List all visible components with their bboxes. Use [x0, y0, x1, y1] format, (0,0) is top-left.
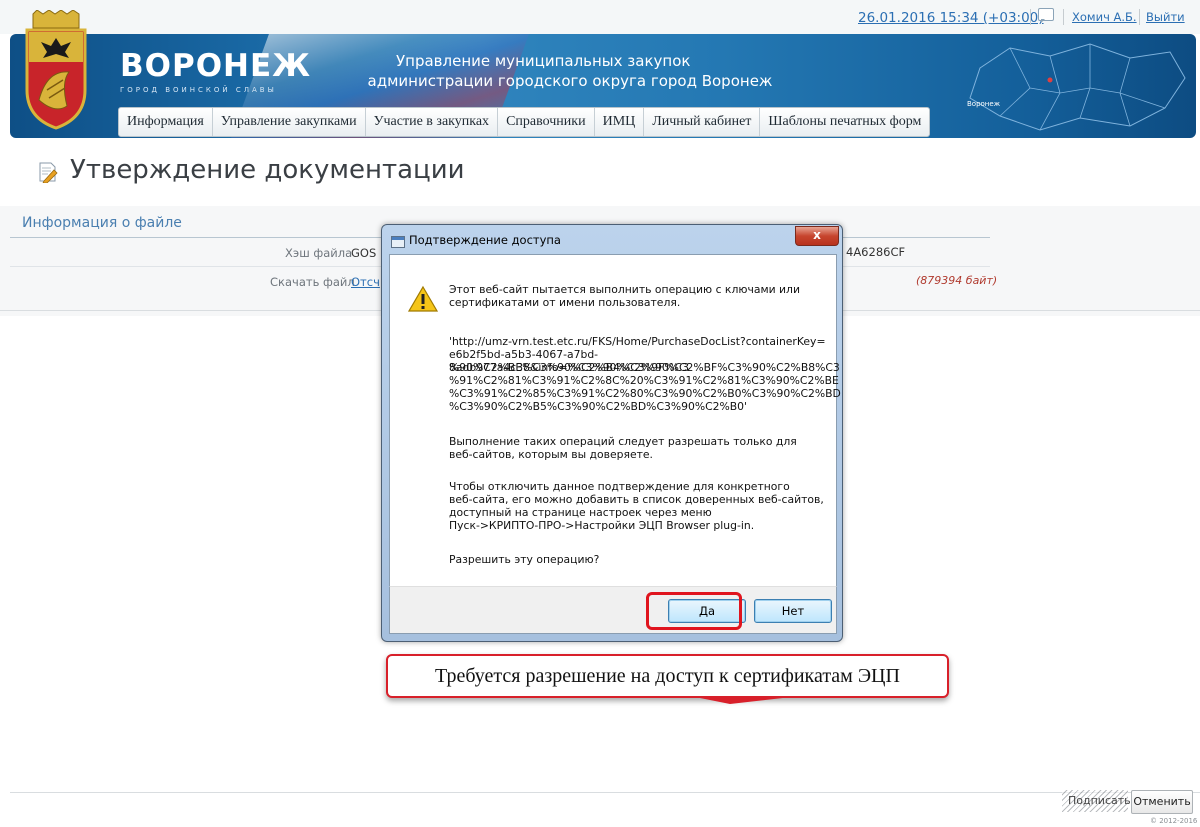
menu-item-personal-cabinet[interactable]: Личный кабинет — [644, 108, 761, 136]
url-line: %90%C2%BE%C3%90%C2%B4%C3%90%C2%BF%C3%90%… — [449, 361, 840, 374]
download-label: Скачать файл — [270, 275, 355, 289]
menu-item-imc[interactable]: ИМЦ — [595, 108, 645, 136]
map-label: Воронеж — [967, 100, 1001, 108]
url-line: 'http://umz-vrn.test.etc.ru/FKS/Home/Pur… — [449, 335, 826, 348]
page-title: Утверждение документации — [70, 155, 465, 185]
callout-tail — [690, 696, 800, 704]
warning-icon — [408, 285, 438, 312]
hash-value-end: 4A6286CF — [846, 245, 906, 259]
url-line: %C3%91%C2%85%C3%91%C2%80%C3%90%C2%B0%C3%… — [449, 387, 841, 400]
top-bar: 26.01.2016 15:34 (+03:00) Хомич А.Б. Вый… — [0, 0, 1200, 34]
menu-item-directories[interactable]: Справочники — [498, 108, 595, 136]
url-line: %C3%90%C2%B5%C3%90%C2%BD%C3%90%C2%B0' — [449, 400, 748, 413]
annotation-callout: Требуется разрешение на доступ к сертифи… — [386, 654, 949, 698]
hash-label: Хэш файла — [285, 246, 353, 260]
dialog-message-line: Этот веб-сайт пытается выполнить операци… — [449, 283, 800, 296]
dialog-button-bar: Да Нет — [389, 586, 837, 634]
access-confirmation-dialog: Подтверждение доступа x Этот веб-сайт пы… — [381, 224, 843, 642]
menu-item-procurement-management[interactable]: Управление закупками — [213, 108, 366, 136]
logout-link[interactable]: Выйти — [1146, 10, 1185, 24]
dialog-message-line: сертификатами от имени пользователя. — [449, 296, 681, 309]
no-button[interactable]: Нет — [754, 599, 832, 623]
region-map-icon — [969, 43, 1186, 131]
download-file-link[interactable]: Отсч — [351, 275, 380, 289]
url-line: %91%C2%81%C3%91%C2%8C%20%C3%91%C2%81%C3%… — [449, 374, 839, 387]
disable-message-line: Чтобы отключить данное подтверждение для… — [449, 480, 790, 493]
dialog-title: Подтверждение доступа — [409, 233, 561, 247]
footer-divider — [10, 792, 1200, 793]
menu-item-procurement-participation[interactable]: Участие в закупках — [366, 108, 499, 136]
user-link[interactable]: Хомич А.Б. — [1072, 10, 1137, 24]
coat-of-arms-logo[interactable] — [17, 10, 95, 130]
sign-button[interactable]: Подписать — [1062, 790, 1131, 812]
disable-message-line: доступный на странице настроек через мен… — [449, 506, 712, 519]
cancel-button[interactable]: Отменить — [1131, 790, 1193, 814]
copyright: © 2012-2016 — [1150, 817, 1198, 825]
file-size: (879394 байт) — [916, 274, 998, 287]
divider — [1139, 9, 1140, 25]
close-button[interactable]: x — [795, 226, 839, 246]
document-edit-icon — [39, 162, 58, 183]
disable-message-line: веб-сайта, его можно добавить в список д… — [449, 493, 824, 506]
messages-icon[interactable] — [1038, 8, 1054, 23]
hash-value: GOS — [351, 246, 377, 260]
disable-message-line: Пуск->КРИПТО-ПРО->Настройки ЭЦП Browser … — [449, 519, 755, 532]
main-menu: Информация Управление закупками Участие … — [118, 107, 931, 137]
window-app-icon — [391, 236, 405, 248]
org-title-line2: администрации городского округа город Во… — [367, 72, 773, 90]
datetime-link[interactable]: 26.01.2016 15:34 (+03:00) — [858, 10, 1044, 26]
menu-item-print-templates[interactable]: Шаблоны печатных форм — [760, 108, 929, 136]
menu-item-information[interactable]: Информация — [119, 108, 213, 136]
city-subtitle: ГОРОД ВОИНСКОЙ СЛАВЫ — [120, 86, 277, 94]
section-heading: Информация о файле — [22, 215, 182, 231]
city-name: ВОРОНЕЖ — [120, 48, 312, 84]
yes-button-highlight — [646, 592, 742, 630]
trust-message-line: веб-сайтов, которым вы доверяете. — [449, 448, 653, 461]
org-title-line1: Управление муниципальных закупок — [396, 52, 691, 70]
trust-message-line: Выполнение таких операций следует разреш… — [449, 435, 797, 448]
sign-button-label: Подписать — [1068, 794, 1131, 807]
dialog-content: Этот веб-сайт пытается выполнить операци… — [389, 254, 841, 588]
dialog-question: Разрешить эту операцию? — [449, 553, 600, 566]
divider — [1063, 9, 1064, 25]
divider — [1030, 9, 1031, 25]
